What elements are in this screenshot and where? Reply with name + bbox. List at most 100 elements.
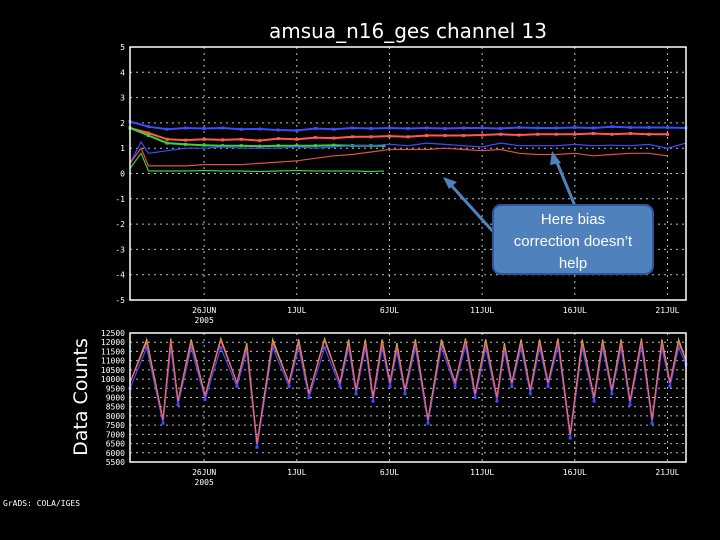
- data-point-green-upper: [165, 141, 169, 145]
- annotation-line: Here bias: [540, 211, 606, 228]
- data-point-red-upper: [647, 132, 651, 136]
- y-tick-label: 3: [120, 94, 125, 103]
- data-point-red-upper: [517, 133, 521, 137]
- data-point-blue: [426, 421, 430, 425]
- data-point-blue-upper: [573, 125, 577, 129]
- data-point-red-upper: [369, 135, 373, 139]
- data-point-blue-upper: [665, 125, 669, 129]
- data-point-blue: [338, 384, 342, 388]
- data-point-blue: [510, 384, 514, 388]
- data-point-blue: [528, 392, 532, 396]
- series-line-green-lower: [129, 152, 384, 173]
- data-point-blue: [161, 421, 165, 425]
- y-tick-label: -5: [115, 296, 125, 305]
- data-point-blue-upper: [369, 126, 373, 130]
- data-point-blue: [235, 384, 239, 388]
- y-tick-label: 5: [120, 43, 125, 52]
- data-point-red-upper: [184, 138, 188, 142]
- y-tick-label: -3: [115, 245, 125, 254]
- data-point-blue: [371, 399, 375, 403]
- y-axis-label: Data Counts: [70, 338, 92, 456]
- data-point-red-upper: [499, 132, 503, 136]
- y-tick-label: 2: [120, 119, 125, 128]
- y-tick-label: 0: [120, 170, 125, 179]
- x-tick-label: 11JUL: [470, 306, 494, 315]
- annotation-line: help: [558, 255, 588, 272]
- y-tick-label: 5500: [106, 458, 125, 467]
- credit-text: GrADS: COLA/IGES: [3, 499, 80, 508]
- data-point-blue-upper: [184, 126, 188, 130]
- y-tick-label: 8000: [106, 412, 125, 421]
- data-point-blue-upper: [628, 125, 632, 129]
- data-point-red-upper: [350, 135, 354, 139]
- y-tick-label: -1: [115, 195, 125, 204]
- arrow-left: [448, 182, 499, 238]
- data-point-green-upper: [184, 142, 188, 146]
- y-tick-label: 7500: [106, 421, 125, 430]
- data-point-blue: [287, 384, 291, 388]
- arrowhead-right-icon: [550, 151, 561, 165]
- x-tick-sublabel: 2005: [195, 478, 214, 487]
- y-tick-label: 4: [120, 68, 125, 77]
- data-point-red-upper: [387, 134, 391, 138]
- x-tick-label: 1JUL: [287, 468, 306, 477]
- data-point-blue: [610, 392, 614, 396]
- data-point-blue-upper: [425, 126, 429, 130]
- data-point-blue-upper: [480, 126, 484, 130]
- data-point-green-upper: [276, 144, 280, 148]
- data-point-red-upper: [610, 132, 614, 136]
- data-point-blue: [546, 384, 550, 388]
- data-point-blue: [568, 436, 572, 440]
- data-point-blue-upper: [406, 126, 410, 130]
- data-point-blue-upper: [165, 127, 169, 131]
- data-point-blue: [403, 392, 407, 396]
- data-point-blue-upper: [276, 128, 280, 132]
- y-tick-label: 1: [120, 144, 125, 153]
- data-point-blue-upper: [591, 126, 595, 130]
- series-line-green: [129, 336, 687, 444]
- data-point-green-upper: [147, 134, 151, 138]
- data-point-blue: [650, 421, 654, 425]
- bias-panel: 5 4 3 2 1 0 -1 -2 -3 -4 -5 26JUN2005 1JUL 6JUL 11JUL 16…: [115, 43, 688, 325]
- y-tick-label: 9500: [106, 384, 125, 393]
- data-point-blue-upper: [295, 128, 299, 132]
- chart-title: amsua_n16_ges channel 13: [269, 19, 547, 43]
- data-point-red-upper: [536, 132, 540, 136]
- annotation-line: correction doesn’t: [513, 233, 633, 250]
- data-point-blue: [592, 399, 596, 403]
- data-point-red-upper: [406, 135, 410, 139]
- data-point-blue: [203, 397, 207, 401]
- y-tick-label: 9000: [106, 394, 125, 403]
- data-point-red-upper: [443, 134, 447, 138]
- data-point-blue-upper: [610, 125, 614, 129]
- data-point-red-upper: [462, 134, 466, 138]
- data-point-blue-upper: [258, 127, 262, 131]
- data-point-blue: [219, 346, 223, 350]
- data-point-blue-upper: [147, 125, 151, 129]
- data-point-red-upper: [332, 136, 336, 140]
- data-point-red-upper: [276, 137, 280, 141]
- data-point-blue-upper: [443, 126, 447, 130]
- y-tick-label: 10000: [101, 375, 125, 384]
- x-tick-label: 16JUL: [563, 468, 587, 477]
- data-point-red-upper: [591, 132, 595, 136]
- y-tick-label: 8500: [106, 403, 125, 412]
- data-point-blue: [453, 384, 457, 388]
- data-point-red-upper: [295, 137, 299, 141]
- data-point-red-upper: [665, 132, 669, 136]
- data-point-blue: [176, 403, 180, 407]
- data-point-blue-upper: [221, 126, 225, 130]
- data-point-blue-upper: [350, 126, 354, 130]
- series-line-red: [129, 338, 687, 444]
- x-tick-label: 21JUL: [655, 468, 679, 477]
- data-point-red-upper: [554, 132, 558, 136]
- x-tick-sublabel: 2005: [195, 316, 214, 325]
- annotation-callout: Here bias correction doesn’t help: [492, 204, 654, 275]
- data-point-blue: [473, 396, 477, 399]
- data-point-blue-upper: [517, 125, 521, 129]
- data-point-red-upper: [573, 132, 577, 136]
- data-point-blue-upper: [536, 126, 540, 130]
- series-line-red-upper: [129, 127, 668, 142]
- data-point-green-upper: [239, 144, 243, 148]
- x-tick-label: 6JUL: [380, 468, 399, 477]
